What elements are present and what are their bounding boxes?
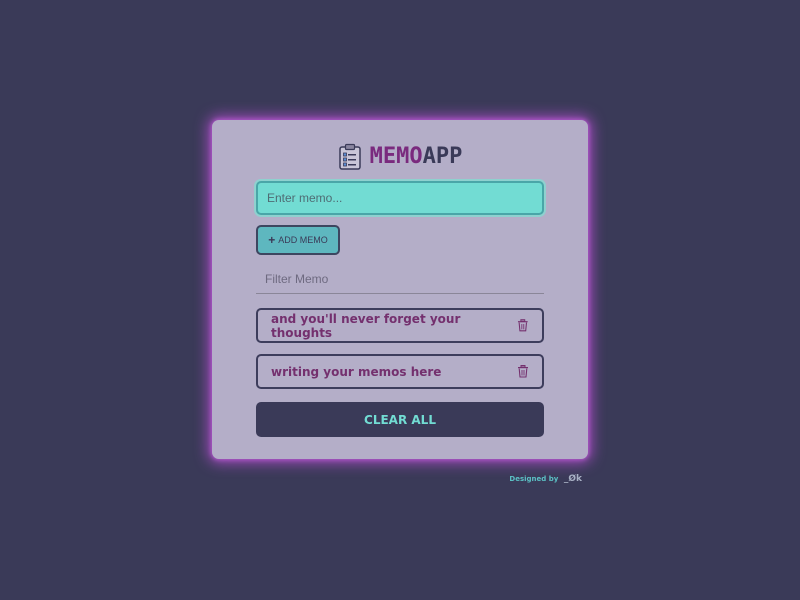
trash-icon[interactable] [517, 319, 529, 332]
author-name: _Øk [563, 474, 582, 484]
plus-icon: + [268, 233, 276, 247]
app-title: MEMOAPP [370, 143, 463, 171]
filter-input[interactable] [256, 265, 544, 294]
memo-text: and you'll never forget your thoughts [271, 311, 461, 340]
app-header: MEMOAPP [0, 142, 800, 172]
memo-input[interactable] [256, 181, 544, 215]
memo-list-item: writing your memos here [256, 354, 544, 389]
clipboard-list-icon [338, 143, 361, 170]
app-title-memo: MEMO [369, 144, 423, 169]
footer-credit: Designed by _Øk [380, 470, 582, 485]
add-memo-button[interactable]: + ADD MEMO [256, 225, 340, 255]
memo-text: writing your memos here [271, 364, 442, 379]
trash-icon[interactable] [517, 365, 529, 378]
add-memo-label: ADD MEMO [278, 235, 328, 245]
designed-by-label: Designed by [509, 475, 559, 483]
app-title-app: APP [422, 144, 463, 169]
memo-list-item: and you'll never forget your thoughts [256, 308, 544, 343]
clear-all-button[interactable]: CLEAR ALL [256, 402, 544, 437]
